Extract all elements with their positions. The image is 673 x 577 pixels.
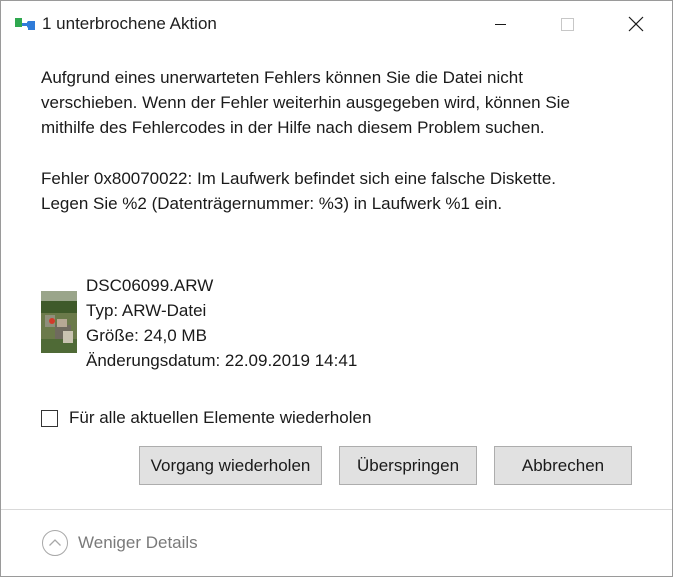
- error-description-line: Aufgrund eines unerwarteten Fehlers könn…: [41, 68, 523, 87]
- maximize-icon: [560, 17, 574, 31]
- less-details-label[interactable]: Weniger Details: [78, 533, 198, 553]
- less-details-toggle[interactable]: Weniger Details: [41, 529, 198, 557]
- error-description-line: verschieben. Wenn der Fehler weiterhin a…: [41, 93, 570, 112]
- error-code-line: Fehler 0x80070022: Im Laufwerk befindet …: [41, 169, 557, 188]
- error-code-line: Legen Sie %2 (Datenträgernummer: %3) in …: [41, 194, 503, 213]
- maximize-button: [544, 1, 590, 47]
- error-dialog: 1 unterbrochene Aktion Aufgrund eines un…: [0, 0, 673, 577]
- window-title: 1 unterbrochene Aktion: [42, 14, 217, 33]
- file-name: DSC06099.ARW: [86, 276, 214, 295]
- minimize-button[interactable]: [477, 1, 523, 47]
- file-type: Typ: ARW-Datei: [86, 301, 207, 320]
- repeat-for-all-option[interactable]: Für alle aktuellen Elemente wiederholen: [41, 408, 371, 428]
- repeat-for-all-label[interactable]: Für alle aktuellen Elemente wiederholen: [69, 408, 371, 428]
- error-description-line: mithilfe des Fehlercodes in der Hilfe na…: [41, 118, 545, 137]
- file-thumbnail: [41, 291, 77, 353]
- chevron-up-circle-icon[interactable]: [41, 529, 69, 557]
- error-code-message: Fehler 0x80070022: Im Laufwerk befindet …: [41, 166, 641, 216]
- minimize-icon: [494, 23, 506, 25]
- title-bar[interactable]: 1 unterbrochene Aktion: [1, 1, 672, 47]
- repeat-for-all-checkbox[interactable]: [41, 409, 58, 427]
- retry-button[interactable]: Vorgang wiederholen: [139, 446, 322, 485]
- close-icon: [628, 16, 644, 32]
- error-description: Aufgrund eines unerwarteten Fehlers könn…: [41, 65, 641, 140]
- cancel-button[interactable]: Abbrechen: [494, 446, 632, 485]
- file-move-icon: [15, 18, 35, 30]
- file-size: Größe: 24,0 MB: [86, 326, 207, 345]
- file-modified-date: Änderungsdatum: 22.09.2019 14:41: [86, 351, 358, 370]
- file-details: DSC06099.ARW Typ: ARW-Datei Größe: 24,0 …: [86, 273, 357, 373]
- close-button[interactable]: [613, 1, 659, 47]
- skip-button[interactable]: Überspringen: [339, 446, 477, 485]
